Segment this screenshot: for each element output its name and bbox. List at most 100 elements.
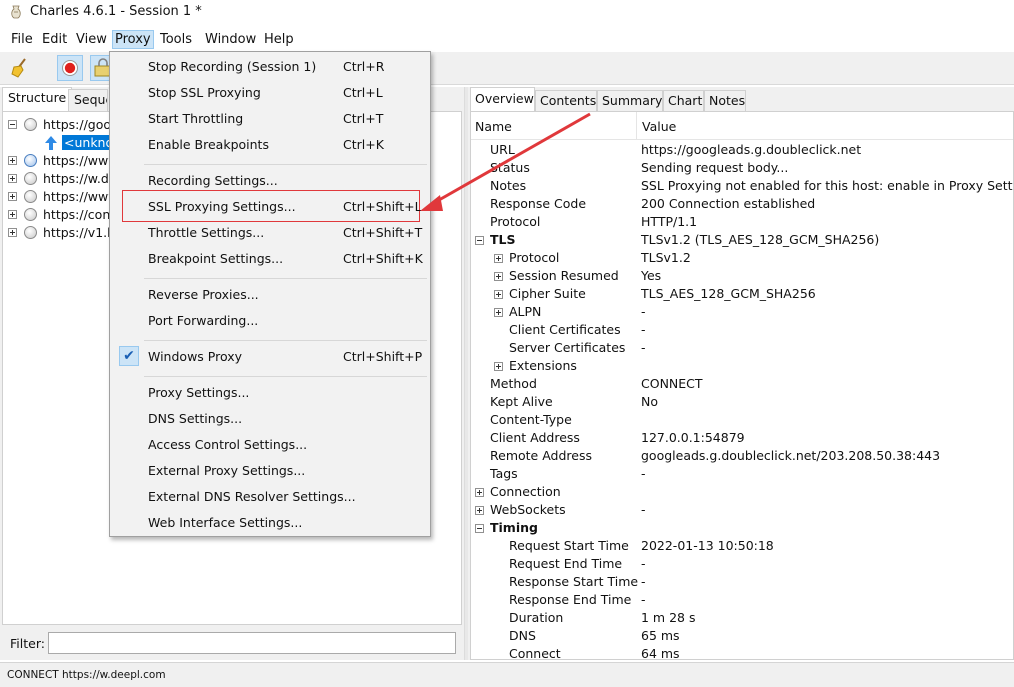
row-name: Duration	[509, 610, 564, 625]
overview-row[interactable]: Extensions	[471, 357, 1013, 375]
overview-row[interactable]: URL https://googleads.g.doubleclick.net	[471, 141, 1013, 159]
record-button[interactable]	[57, 55, 83, 81]
menu-item-windows-proxy[interactable]: ✔ Windows Proxy Ctrl+Shift+P	[110, 345, 430, 369]
overview-row[interactable]: TLS TLSv1.2 (TLS_AES_128_GCM_SHA256)	[471, 231, 1013, 249]
menu-item-label: Access Control Settings...	[148, 437, 308, 452]
menu-item-proxy-settings[interactable]: Proxy Settings...	[110, 381, 430, 405]
menu-item-throttle-settings[interactable]: Throttle Settings... Ctrl+Shift+T	[110, 221, 430, 245]
overview-row[interactable]: Request End Time -	[471, 555, 1013, 573]
overview-row[interactable]: Protocol HTTP/1.1	[471, 213, 1013, 231]
menu-file[interactable]: File	[9, 31, 35, 48]
request-label: <unkno	[62, 135, 116, 150]
expand-icon[interactable]	[8, 192, 17, 201]
menu-item-label: Recording Settings...	[148, 173, 278, 188]
overview-row[interactable]: Connection	[471, 483, 1013, 501]
overview-row[interactable]: Client Address 127.0.0.1:54879	[471, 429, 1013, 447]
menu-item-recording-settings[interactable]: Recording Settings...	[110, 169, 430, 193]
expand-icon[interactable]	[494, 272, 503, 281]
menu-proxy[interactable]: Proxy	[112, 30, 154, 49]
menu-item-start-throttling[interactable]: Start Throttling Ctrl+T	[110, 107, 430, 131]
expand-icon[interactable]	[8, 210, 17, 219]
overview-row[interactable]: Client Certificates -	[471, 321, 1013, 339]
collapse-icon[interactable]	[475, 236, 484, 245]
expand-icon[interactable]	[494, 308, 503, 317]
expand-icon[interactable]	[475, 488, 484, 497]
row-name: Kept Alive	[490, 394, 553, 409]
filter-input[interactable]	[48, 632, 456, 654]
row-name: Response End Time	[509, 592, 632, 607]
overview-row[interactable]: Tags -	[471, 465, 1013, 483]
detail-pane: Overview Contents Summary Chart Notes Name V…	[468, 87, 1014, 660]
tab-summary[interactable]: Summary	[597, 90, 663, 111]
menu-help[interactable]: Help	[262, 31, 296, 48]
row-value: 1 m 28 s	[641, 610, 696, 625]
overview-row[interactable]: Content-Type	[471, 411, 1013, 429]
menu-item-ssl-proxying-settings[interactable]: SSL Proxying Settings... Ctrl+Shift+L	[110, 195, 430, 219]
menu-item-shortcut: Ctrl+K	[343, 137, 384, 152]
overview-row[interactable]: ALPN -	[471, 303, 1013, 321]
overview-row[interactable]: Notes SSL Proxying not enabled for this h…	[471, 177, 1013, 195]
collapse-icon[interactable]	[475, 524, 484, 533]
expand-icon[interactable]	[8, 174, 17, 183]
menu-item-access-control-settings[interactable]: Access Control Settings...	[110, 433, 430, 457]
menu-window[interactable]: Window	[203, 31, 258, 48]
expand-icon[interactable]	[494, 254, 503, 263]
tab-contents[interactable]: Contents	[535, 90, 597, 111]
menu-item-port-forwarding[interactable]: Port Forwarding...	[110, 309, 430, 333]
expand-icon[interactable]	[8, 228, 17, 237]
expand-icon[interactable]	[475, 506, 484, 515]
menu-item-dns-settings[interactable]: DNS Settings...	[110, 407, 430, 431]
overview-row[interactable]: Connect 64 ms	[471, 645, 1013, 659]
name-column-header[interactable]: Name	[475, 119, 512, 134]
overview-row[interactable]: Response Start Time -	[471, 573, 1013, 591]
overview-row[interactable]: Session Resumed Yes	[471, 267, 1013, 285]
status-text: CONNECT https://w.deepl.com	[7, 669, 166, 681]
menu-tools[interactable]: Tools	[158, 31, 194, 48]
menu-item-reverse-proxies[interactable]: Reverse Proxies...	[110, 283, 430, 307]
menu-item-enable-breakpoints[interactable]: Enable Breakpoints Ctrl+K	[110, 133, 430, 157]
clear-session-button[interactable]	[8, 55, 34, 81]
menu-item-external-proxy-settings[interactable]: External Proxy Settings...	[110, 459, 430, 483]
overview-row[interactable]: Method CONNECT	[471, 375, 1013, 393]
overview-row[interactable]: WebSockets -	[471, 501, 1013, 519]
tab-chart[interactable]: Chart	[663, 90, 704, 111]
overview-row[interactable]: Timing	[471, 519, 1013, 537]
row-name: Status	[490, 160, 530, 175]
overview-row[interactable]: Cipher Suite TLS_AES_128_GCM_SHA256	[471, 285, 1013, 303]
row-value: CONNECT	[641, 376, 703, 391]
overview-row[interactable]: DNS 65 ms	[471, 627, 1013, 645]
menu-item-breakpoint-settings[interactable]: Breakpoint Settings... Ctrl+Shift+K	[110, 247, 430, 271]
menu-item-external-dns-resolver-settings[interactable]: External DNS Resolver Settings...	[110, 485, 430, 509]
row-value: TLS_AES_128_GCM_SHA256	[641, 286, 816, 301]
tab-overview[interactable]: Overview	[470, 87, 535, 111]
overview-row[interactable]: Protocol TLSv1.2	[471, 249, 1013, 267]
tab-notes[interactable]: Notes	[704, 90, 746, 111]
host-label: https://www	[43, 189, 119, 204]
row-value: No	[641, 394, 658, 409]
expand-icon[interactable]	[494, 290, 503, 299]
overview-row[interactable]: Request Start Time 2022-01-13 10:50:18	[471, 537, 1013, 555]
menu-item-stop-ssl-proxying[interactable]: Stop SSL Proxying Ctrl+L	[110, 81, 430, 105]
collapse-icon[interactable]	[8, 120, 17, 129]
overview-row[interactable]: Duration 1 m 28 s	[471, 609, 1013, 627]
overview-row[interactable]: Kept Alive No	[471, 393, 1013, 411]
overview-row[interactable]: Response Code 200 Connection established	[471, 195, 1013, 213]
menu-item-web-interface-settings[interactable]: Web Interface Settings...	[110, 511, 430, 535]
app-vase-icon	[11, 5, 21, 19]
overview-row[interactable]: Remote Address googleads.g.doubleclick.ne…	[471, 447, 1013, 465]
row-value: -	[641, 304, 646, 319]
tab-structure[interactable]: Structure	[2, 87, 73, 111]
overview-row[interactable]: Status Sending request body...	[471, 159, 1013, 177]
checkmark-icon: ✔	[119, 346, 139, 366]
overview-row[interactable]: Response End Time -	[471, 591, 1013, 609]
menu-item-label: Stop Recording (Session 1)	[148, 59, 317, 74]
expand-icon[interactable]	[8, 156, 17, 165]
menu-edit[interactable]: Edit	[40, 31, 69, 48]
expand-icon[interactable]	[494, 362, 503, 371]
value-column-header[interactable]: Value	[642, 119, 676, 134]
globe-icon	[24, 172, 37, 185]
tab-sequence[interactable]: Seque	[68, 89, 108, 111]
menu-item-stop-recording-session-1[interactable]: Stop Recording (Session 1) Ctrl+R	[110, 55, 430, 79]
overview-row[interactable]: Server Certificates -	[471, 339, 1013, 357]
menu-view[interactable]: View	[74, 31, 109, 48]
